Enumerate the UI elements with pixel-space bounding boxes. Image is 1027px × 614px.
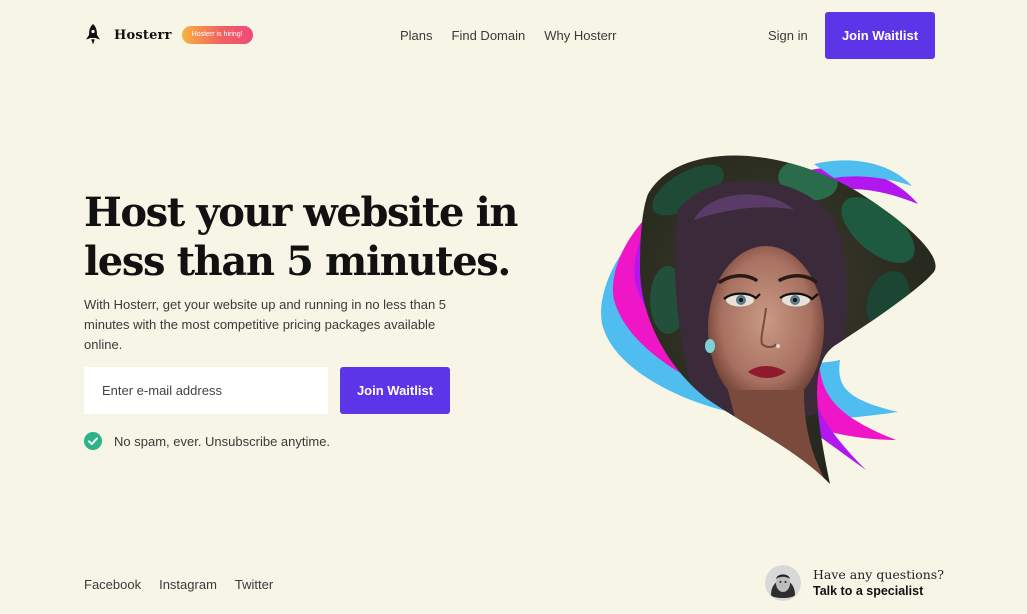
social-links: Facebook Instagram Twitter — [84, 577, 273, 592]
nav-plans[interactable]: Plans — [400, 28, 433, 43]
no-spam-note: No spam, ever. Unsubscribe anytime. — [84, 432, 330, 450]
hero-title: Host your website in less than 5 minutes… — [84, 189, 519, 285]
specialist-avatar — [765, 565, 801, 601]
logo[interactable]: Hosterr Hosterr is hiring! — [84, 24, 253, 46]
brand-name: Hosterr — [114, 27, 172, 43]
hero-description: With Hosterr, get your website up and ru… — [84, 297, 447, 352]
nav-find-domain[interactable]: Find Domain — [452, 28, 526, 43]
support-widget[interactable]: Have any questions? Talk to a specialist — [765, 565, 944, 601]
nav-why-hosterr[interactable]: Why Hosterr — [544, 28, 616, 43]
hero-portrait-image — [601, 155, 936, 484]
twitter-link[interactable]: Twitter — [235, 577, 273, 592]
instagram-link[interactable]: Instagram — [159, 577, 217, 592]
hiring-badge[interactable]: Hosterr is hiring! — [181, 26, 253, 44]
facebook-link[interactable]: Facebook — [84, 577, 141, 592]
hero-join-waitlist-button[interactable]: Join Waitlist — [340, 367, 450, 414]
main-nav: Plans Find Domain Why Hosterr — [400, 28, 616, 43]
email-input[interactable] — [84, 367, 328, 414]
no-spam-text: No spam, ever. Unsubscribe anytime. — [114, 433, 331, 449]
check-circle-icon — [84, 432, 102, 450]
talk-to-specialist-link[interactable]: Talk to a specialist — [813, 583, 944, 600]
header-join-waitlist-button[interactable]: Join Waitlist — [825, 12, 935, 59]
support-question: Have any questions? — [813, 567, 944, 582]
sign-in-link[interactable]: Sign in — [768, 28, 808, 43]
rocket-icon — [86, 24, 100, 45]
